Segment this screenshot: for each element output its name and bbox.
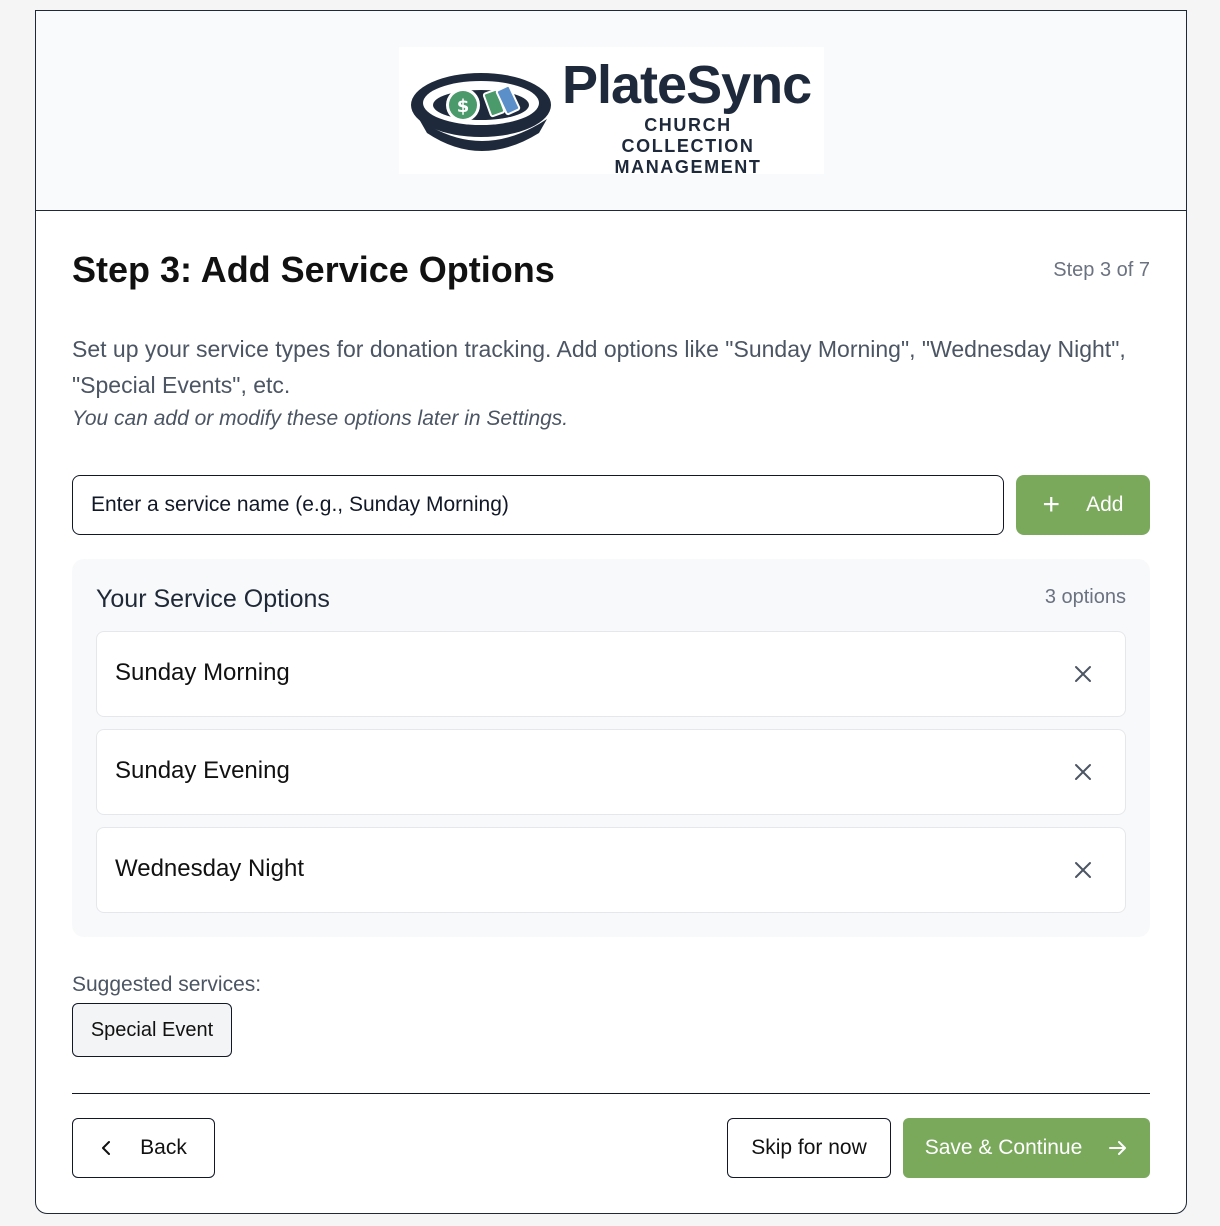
onboarding-card: $ PlateSync CHURCH COLLECTION MANAGEMENT… bbox=[35, 10, 1187, 1214]
add-service-button[interactable]: + Add bbox=[1016, 475, 1150, 535]
suggested-service-chip[interactable]: Special Event bbox=[72, 1003, 232, 1057]
brand-name: PlateSync bbox=[562, 55, 812, 115]
brand-tagline: CHURCH COLLECTION MANAGEMENT bbox=[582, 115, 794, 178]
close-icon bbox=[1075, 862, 1091, 878]
remove-option-button[interactable] bbox=[1069, 856, 1097, 884]
service-name-input[interactable] bbox=[72, 475, 1004, 535]
back-button[interactable]: Back bbox=[72, 1118, 215, 1178]
card-header: $ PlateSync CHURCH COLLECTION MANAGEMENT bbox=[36, 11, 1186, 211]
service-options-title: Your Service Options bbox=[96, 585, 330, 613]
remove-option-button[interactable] bbox=[1069, 660, 1097, 688]
service-options-panel: Your Service Options 3 options Sunday Mo… bbox=[72, 559, 1150, 937]
add-button-label: Add bbox=[1086, 493, 1124, 516]
plus-icon: + bbox=[1042, 488, 1061, 521]
footer-divider bbox=[72, 1093, 1150, 1094]
collection-plate-icon: $ bbox=[411, 73, 551, 151]
brand-tagline-line1: CHURCH COLLECTION bbox=[621, 115, 755, 156]
brand-tagline-line2: MANAGEMENT bbox=[614, 157, 762, 177]
skip-button[interactable]: Skip for now bbox=[727, 1118, 891, 1178]
remove-option-button[interactable] bbox=[1069, 758, 1097, 786]
step-hint: You can add or modify these options late… bbox=[72, 407, 569, 430]
step-description: Set up your service types for donation t… bbox=[72, 336, 1126, 398]
save-button-label: Save & Continue bbox=[924, 1136, 1083, 1159]
platesync-logo: $ PlateSync CHURCH COLLECTION MANAGEMENT bbox=[399, 47, 824, 177]
close-icon bbox=[1075, 666, 1091, 682]
step-counter: Step 3 of 7 bbox=[1053, 259, 1150, 281]
service-options-count: 3 options bbox=[1044, 586, 1126, 608]
service-option-item: Sunday Morning bbox=[96, 631, 1126, 717]
service-option-label: Sunday Evening bbox=[115, 757, 290, 784]
close-icon bbox=[1075, 764, 1091, 780]
service-option-label: Sunday Morning bbox=[115, 659, 290, 686]
service-option-item: Sunday Evening bbox=[96, 729, 1126, 815]
arrow-right-icon bbox=[1109, 1141, 1127, 1155]
back-button-label: Back bbox=[140, 1136, 187, 1159]
service-option-item: Wednesday Night bbox=[96, 827, 1126, 913]
chevron-left-icon bbox=[102, 1141, 111, 1155]
service-option-label: Wednesday Night bbox=[115, 855, 304, 882]
suggested-services-label: Suggested services: bbox=[72, 973, 262, 996]
save-continue-button[interactable]: Save & Continue bbox=[903, 1118, 1150, 1178]
page-title: Step 3: Add Service Options bbox=[72, 249, 555, 290]
svg-text:$: $ bbox=[457, 96, 470, 117]
